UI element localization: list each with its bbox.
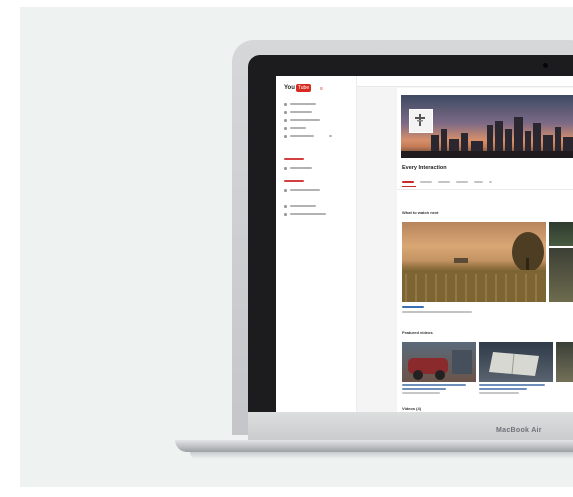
- video-title-link[interactable]: [402, 388, 446, 390]
- channel-name: Every Interaction: [402, 165, 447, 171]
- video-stats: [402, 311, 472, 313]
- video-title-link[interactable]: [479, 388, 527, 390]
- video-thumbnail[interactable]: [556, 342, 573, 382]
- home-icon: [284, 102, 287, 106]
- field-photo: [402, 232, 546, 302]
- video-thumbnail[interactable]: [479, 342, 553, 382]
- video-stats: [402, 392, 440, 394]
- sidebar-item[interactable]: [284, 124, 350, 132]
- watch-later-icon: [284, 134, 287, 138]
- sidebar-item[interactable]: [284, 132, 350, 140]
- search-icon[interactable]: [489, 181, 492, 183]
- section-title-featured: Featured videos: [402, 330, 433, 335]
- laptop-shadow: [190, 452, 573, 459]
- menu-icon[interactable]: ≡: [320, 86, 323, 92]
- youtube-logo[interactable]: You Tube: [284, 83, 312, 93]
- video-meta: [479, 384, 551, 396]
- sidebar-item[interactable]: [284, 202, 316, 210]
- playlist-icon: [284, 166, 287, 170]
- sidebar-item[interactable]: [284, 116, 350, 124]
- logo-tube: Tube: [295, 84, 312, 92]
- subscriptions-icon: [284, 118, 287, 122]
- sidebar-item[interactable]: [284, 164, 312, 172]
- section-title-what-to-watch: What to watch next: [402, 210, 439, 215]
- hero-video-thumbnail[interactable]: [402, 222, 546, 302]
- car-photo: [408, 350, 472, 380]
- avatar-icon: [415, 114, 425, 126]
- video-thumbnail[interactable]: [549, 248, 573, 302]
- section-title-videos: Videos (4): [402, 406, 422, 411]
- tab-videos[interactable]: [420, 181, 432, 183]
- video-thumbnail[interactable]: [402, 342, 476, 382]
- book-photo: [489, 352, 539, 376]
- subscription-icon: [284, 188, 287, 192]
- video-title-link[interactable]: [479, 384, 545, 386]
- sidebar-menu: [284, 100, 350, 140]
- channel-icon: [284, 110, 287, 114]
- video-stats: [479, 392, 519, 394]
- youtube-sidebar: You Tube ≡: [276, 76, 357, 414]
- camera-icon: [543, 63, 548, 68]
- channel-page: Every Interaction What to watch next Fea…: [397, 88, 573, 414]
- hero-video-meta: [402, 306, 472, 313]
- sidebar-item[interactable]: [284, 108, 350, 116]
- video-thumbnail[interactable]: [549, 222, 573, 246]
- sidebar-item[interactable]: [284, 210, 326, 218]
- sidebar-item[interactable]: [284, 100, 350, 108]
- channel-tabs: [402, 181, 492, 183]
- divider: [397, 189, 573, 190]
- video-title-link[interactable]: [402, 306, 424, 308]
- browse-icon: [284, 204, 287, 208]
- tab-about[interactable]: [474, 181, 483, 183]
- tab-playlists[interactable]: [438, 181, 450, 183]
- youtube-main: Every Interaction What to watch next Fea…: [357, 76, 573, 414]
- logo-you: You: [284, 85, 295, 91]
- history-icon: [284, 126, 287, 130]
- manage-icon: [284, 212, 287, 216]
- tab-channels[interactable]: [456, 181, 468, 183]
- active-tab-indicator: [402, 186, 416, 187]
- video-title-link[interactable]: [402, 384, 466, 386]
- laptop-base: [175, 440, 573, 452]
- tab-home[interactable]: [402, 181, 414, 183]
- channel-banner: [401, 95, 573, 158]
- section-heading: [284, 158, 304, 160]
- section-heading: [284, 180, 304, 182]
- channel-avatar[interactable]: [409, 109, 433, 133]
- top-bar: [357, 76, 573, 87]
- video-meta: [402, 384, 474, 396]
- sidebar-item[interactable]: [284, 186, 320, 194]
- laptop-brand-label: MacBook Air: [496, 427, 542, 434]
- laptop-screen: You Tube ≡ Every Interaction What to wat…: [276, 76, 573, 414]
